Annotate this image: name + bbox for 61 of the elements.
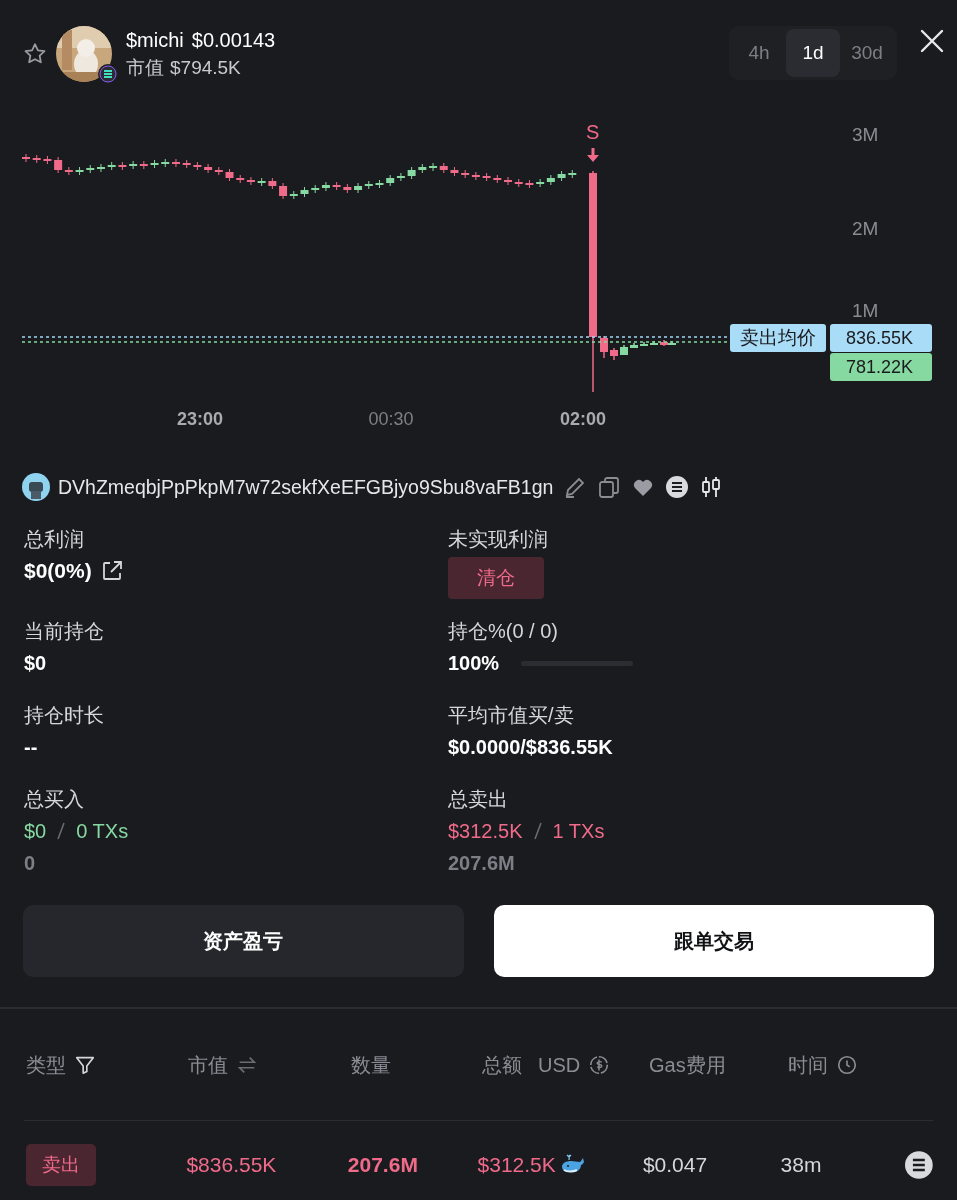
column-header: 总额 xyxy=(482,1052,522,1078)
trade-count: 0 TXs xyxy=(76,819,129,844)
trade-amount: $312.5K xyxy=(448,819,523,844)
stat-label: 总利润 xyxy=(24,527,85,552)
trade-quantity: 0 xyxy=(24,851,36,876)
stat-label: 总卖出 xyxy=(448,787,509,812)
close-icon[interactable] xyxy=(919,28,945,54)
wallet-address: DVhZmeqbjPpPkpM7w72sekfXeEFGBjyo9Sbu8vaFB1gn xyxy=(58,475,554,499)
timeframe-tab[interactable]: 1d xyxy=(786,29,840,77)
currency-icon[interactable] xyxy=(588,1053,611,1076)
time-axis-label: 02:00 xyxy=(560,408,606,430)
market-cap-label: 市值 xyxy=(126,57,164,79)
trade-amount: $0 xyxy=(24,819,47,844)
status-badge: 清仓 xyxy=(448,557,544,599)
timeframe-tab[interactable]: 4h xyxy=(732,29,786,77)
axis-label: 2M xyxy=(852,218,879,240)
timeframe-tab[interactable]: 30d xyxy=(840,29,894,77)
market-cap-value: $794.5K xyxy=(170,57,241,79)
axis-label: 3M xyxy=(852,124,879,146)
sell-arrow-icon xyxy=(586,147,600,163)
stat-value: $0.0000/$836.55K xyxy=(448,735,613,760)
token-price: $0.00143 xyxy=(191,29,276,51)
table-cell: 38m xyxy=(780,1153,822,1177)
time-axis-label: 23:00 xyxy=(177,408,223,430)
trade-quantity: 207.6M xyxy=(448,851,515,876)
stat-value: $0 xyxy=(24,651,47,676)
currency-unit[interactable]: USD xyxy=(538,1049,581,1080)
action-button[interactable]: 跟单交易 xyxy=(493,905,934,977)
axis-label: 1M xyxy=(852,300,879,322)
wallet-avatar-icon xyxy=(22,473,50,501)
trade-count: 1 TXs xyxy=(552,819,605,844)
column-header: Gas费用 xyxy=(649,1052,726,1078)
stat-value: $0(0%) xyxy=(24,558,92,584)
table-cell-text: $312.5K xyxy=(477,1152,556,1179)
action-button[interactable]: 资产盈亏 xyxy=(23,905,464,977)
stat-label: 总买入 xyxy=(24,787,85,812)
slash-icon xyxy=(56,821,67,841)
copy-icon[interactable] xyxy=(597,475,622,499)
stat-label: 持仓%(0 / 0) xyxy=(448,619,560,644)
column-header: 时间 xyxy=(788,1052,828,1078)
stat-value: 100% xyxy=(448,651,500,676)
stat-label: 平均市值买/卖 xyxy=(448,703,575,728)
column-header: 市值 xyxy=(188,1052,228,1078)
column-header: 数量 xyxy=(351,1052,391,1078)
time-axis-label: 00:30 xyxy=(368,408,414,430)
table-cell: $0.047 xyxy=(642,1153,708,1177)
avg-sell-label: 卖出均价 xyxy=(730,324,826,352)
table-cell: $836.55K xyxy=(186,1153,277,1177)
avg-sell-price-tag: 836.55K xyxy=(830,324,932,352)
trade-type-badge: 卖出 xyxy=(26,1144,96,1186)
token-symbol: $michi xyxy=(126,29,184,51)
current-price-tag: 781.22K xyxy=(830,353,932,381)
stat-value: -- xyxy=(24,735,38,760)
slash-icon xyxy=(532,821,543,841)
table-cell: 207.6M xyxy=(347,1153,418,1177)
stat-label: 当前持仓 xyxy=(24,619,105,644)
column-header: 类型 xyxy=(26,1052,66,1078)
clock-icon[interactable] xyxy=(836,1053,858,1076)
sell-marker-label: S xyxy=(586,121,600,143)
stat-label: 持仓时长 xyxy=(24,703,105,728)
stat-label: 未实现利润 xyxy=(448,527,549,552)
